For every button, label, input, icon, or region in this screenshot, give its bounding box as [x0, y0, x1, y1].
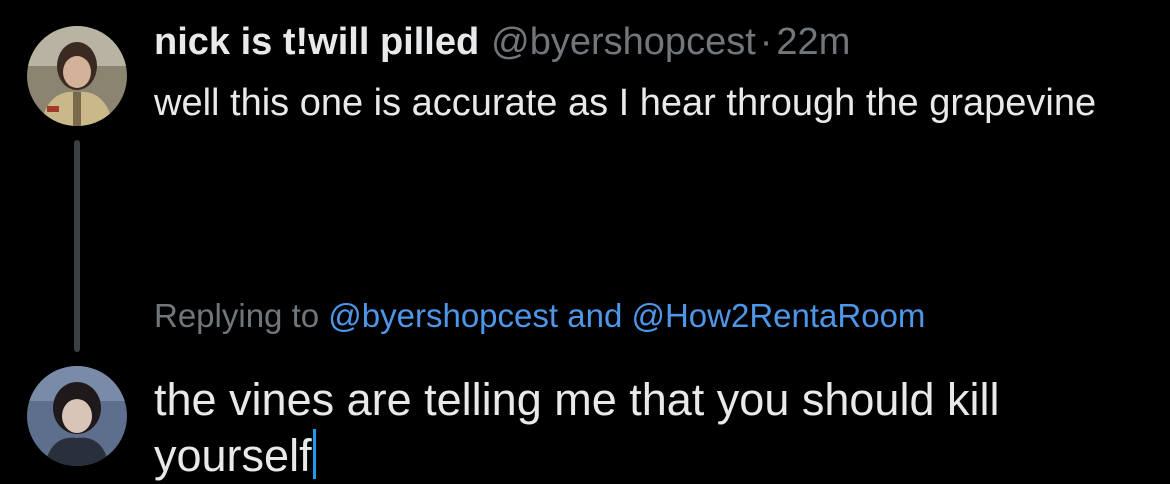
user-avatar-icon: [27, 26, 127, 126]
replying-to-line: Replying to @byershopcest and @How2Renta…: [154, 294, 925, 338]
mention-conjunction[interactable]: and: [567, 297, 622, 334]
mention-link-2[interactable]: @How2RentaRoom: [631, 297, 925, 334]
mention-link-1[interactable]: @byershopcest: [328, 297, 558, 334]
tweet-header: nick is t!will pilled @byershopcest · 22m: [154, 18, 850, 66]
thread-connector-line: [74, 140, 80, 352]
composer-avatar: [27, 366, 127, 466]
reply-compose-input[interactable]: the vines are telling me that you should…: [154, 372, 1144, 484]
text-cursor: [312, 429, 316, 479]
author-handle[interactable]: @byershopcest: [491, 21, 756, 63]
tweet-timestamp[interactable]: 22m: [776, 21, 850, 63]
tweet-text: well this one is accurate as I hear thro…: [154, 82, 1097, 124]
separator-dot: ·: [759, 21, 773, 63]
replying-to-label: Replying to: [154, 297, 320, 334]
reply-draft-text: the vines are telling me that you should…: [154, 374, 1000, 481]
author-display-name[interactable]: nick is t!will pilled: [154, 21, 479, 63]
tweet-author-avatar[interactable]: [27, 26, 127, 126]
user-avatar-icon: [27, 366, 127, 466]
